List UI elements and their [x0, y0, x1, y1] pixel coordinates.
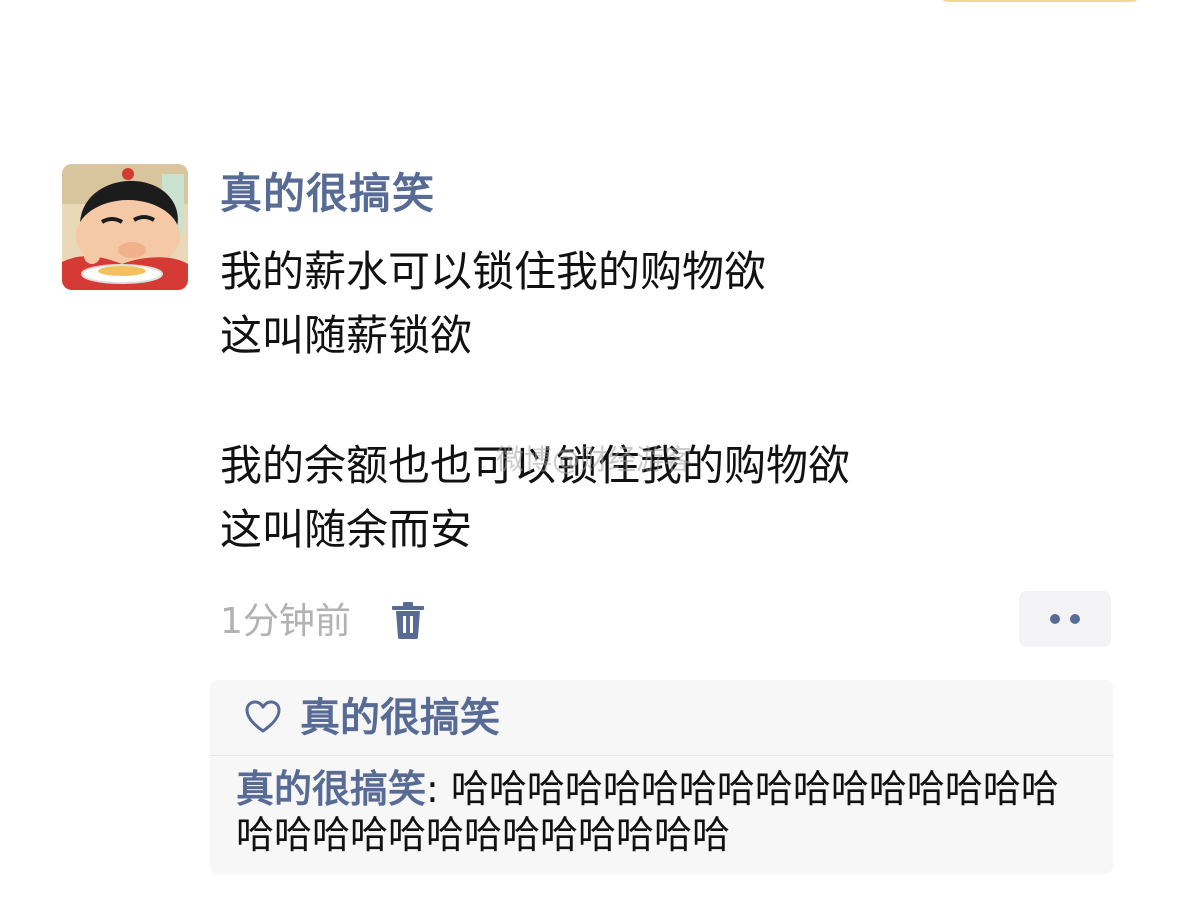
post-blank-line — [220, 368, 1120, 434]
post-line: 我的薪水可以锁住我的购物欲 — [220, 247, 767, 296]
comment-item[interactable]: 真的很搞笑: 哈哈哈哈哈哈哈哈哈哈哈哈哈哈哈哈哈哈哈哈哈哈哈哈哈哈哈哈哈 — [236, 766, 1096, 858]
post-time: 1分钟前 — [220, 601, 351, 642]
trash-icon[interactable] — [388, 600, 428, 640]
post-line: 这叫随余而安 — [220, 505, 473, 554]
top-banner-edge — [940, 0, 1140, 2]
likes-row: 真的很搞笑 — [210, 680, 1113, 756]
post-content: 我的薪水可以锁住我的购物欲 这叫随薪锁欲 我的余额也也可以锁住我的购物欲 这叫随… — [220, 240, 1120, 562]
more-dots-icon — [1070, 614, 1080, 624]
more-button[interactable] — [1019, 591, 1111, 647]
moments-post-page: 真的很搞笑 我的薪水可以锁住我的购物欲 这叫随薪锁欲 我的余额也也可以锁住我的购… — [0, 0, 1179, 909]
comment-separator: : — [426, 767, 451, 811]
heart-icon — [244, 698, 282, 736]
avatar-image — [62, 164, 188, 290]
post-line: 这叫随薪锁欲 — [220, 311, 473, 360]
more-dots-icon — [1050, 614, 1060, 624]
comment-author[interactable]: 真的很搞笑 — [236, 767, 426, 811]
liker-name[interactable]: 真的很搞笑 — [300, 692, 500, 744]
watermark: 微博@财经游客 — [496, 443, 693, 476]
interaction-panel: 真的很搞笑 真的很搞笑: 哈哈哈哈哈哈哈哈哈哈哈哈哈哈哈哈哈哈哈哈哈哈哈哈哈哈哈… — [210, 680, 1113, 874]
avatar[interactable] — [62, 164, 188, 290]
post-author-name[interactable]: 真的很搞笑 — [220, 166, 435, 222]
